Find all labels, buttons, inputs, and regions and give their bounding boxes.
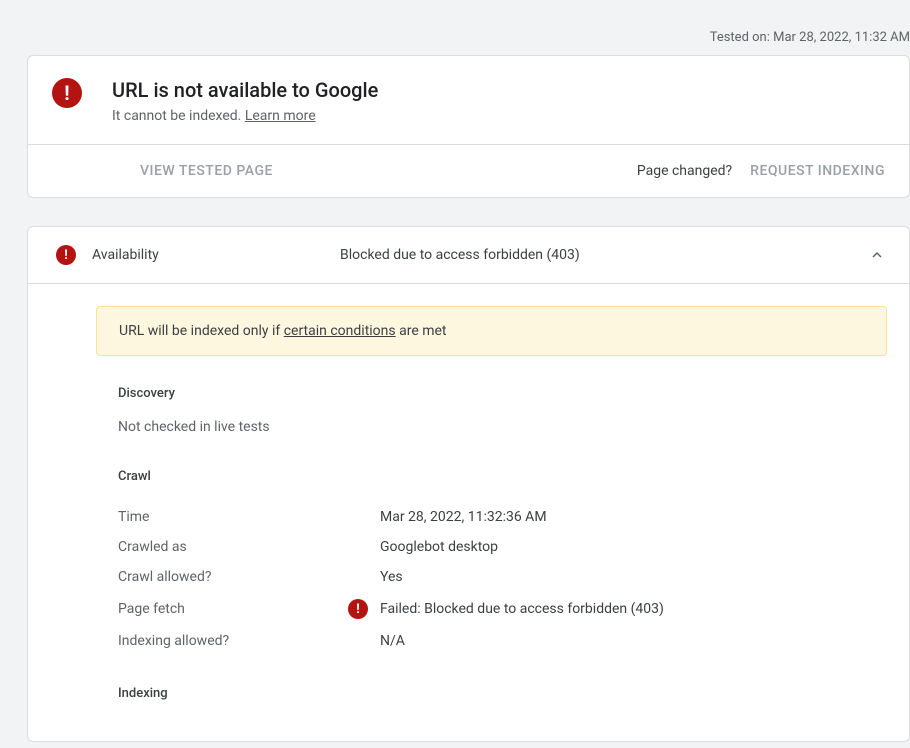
crawl-crawledas-label: Crawled as — [118, 539, 348, 555]
tested-on-value: Mar 28, 2022, 11:32 AM — [773, 30, 910, 45]
tested-on-prefix: Tested on: — [710, 30, 770, 45]
crawl-row-page-fetch: Page fetch ! Failed: Blocked due to acce… — [118, 592, 887, 626]
crawl-crawledas-value: Googlebot desktop — [380, 539, 498, 555]
discovery-text: Not checked in live tests — [118, 419, 887, 435]
error-icon: ! — [56, 245, 76, 265]
warning-box: URL will be indexed only if certain cond… — [96, 306, 887, 356]
crawl-row-crawl-allowed: Crawl allowed? Yes — [118, 562, 887, 592]
crawl-pagefetch-value: Failed: Blocked due to access forbidden … — [380, 601, 664, 617]
certain-conditions-link[interactable]: certain conditions — [284, 323, 396, 339]
status-card: ! URL is not available to Google It cann… — [27, 55, 910, 198]
crawl-allowed-value: Yes — [380, 569, 403, 585]
crawl-row-iconcell: ! — [348, 599, 380, 619]
availability-accordion-body: URL will be indexed only if certain cond… — [28, 283, 909, 741]
crawl-row-crawled-as: Crawled as Googlebot desktop — [118, 532, 887, 562]
chevron-up-icon — [867, 245, 887, 265]
error-icon: ! — [348, 599, 368, 619]
learn-more-link[interactable]: Learn more — [245, 108, 316, 124]
status-header: ! URL is not available to Google It cann… — [28, 56, 909, 144]
status-subtitle-text: It cannot be indexed. — [112, 108, 245, 124]
crawl-row-time: Time Mar 28, 2022, 11:32:36 AM — [118, 502, 887, 532]
tested-on-label: Tested on: Mar 28, 2022, 11:32 AM — [0, 0, 910, 55]
availability-status: Blocked due to access forbidden (403) — [340, 247, 867, 263]
status-text-block: URL is not available to Google It cannot… — [112, 78, 378, 124]
availability-accordion-header[interactable]: ! Availability Blocked due to access for… — [28, 227, 909, 283]
crawl-allowed-label: Crawl allowed? — [118, 569, 348, 585]
crawl-pagefetch-label: Page fetch — [118, 601, 348, 617]
warning-suffix: are met — [396, 323, 447, 339]
crawl-indexingallowed-value: N/A — [380, 633, 405, 649]
error-icon: ! — [52, 78, 82, 108]
discovery-heading: Discovery — [118, 386, 887, 401]
crawl-details: Time Mar 28, 2022, 11:32:36 AM Crawled a… — [118, 502, 887, 656]
status-title: URL is not available to Google — [112, 78, 378, 102]
status-subtitle: It cannot be indexed. Learn more — [112, 108, 378, 124]
crawl-heading: Crawl — [118, 469, 887, 484]
crawl-indexingallowed-label: Indexing allowed? — [118, 633, 348, 649]
request-indexing-button: REQUEST INDEXING — [750, 163, 885, 179]
crawl-row-indexing-allowed: Indexing allowed? N/A — [118, 626, 887, 656]
crawl-time-label: Time — [118, 509, 348, 525]
crawl-time-value: Mar 28, 2022, 11:32:36 AM — [380, 509, 547, 525]
action-row: VIEW TESTED PAGE Page changed? REQUEST I… — [28, 144, 909, 197]
warning-prefix: URL will be indexed only if — [119, 323, 284, 339]
indexing-heading: Indexing — [118, 686, 887, 701]
page-changed-label: Page changed? — [637, 163, 732, 179]
availability-card: ! Availability Blocked due to access for… — [27, 226, 910, 742]
view-tested-page-button: VIEW TESTED PAGE — [140, 163, 273, 179]
availability-label: Availability — [92, 247, 340, 263]
